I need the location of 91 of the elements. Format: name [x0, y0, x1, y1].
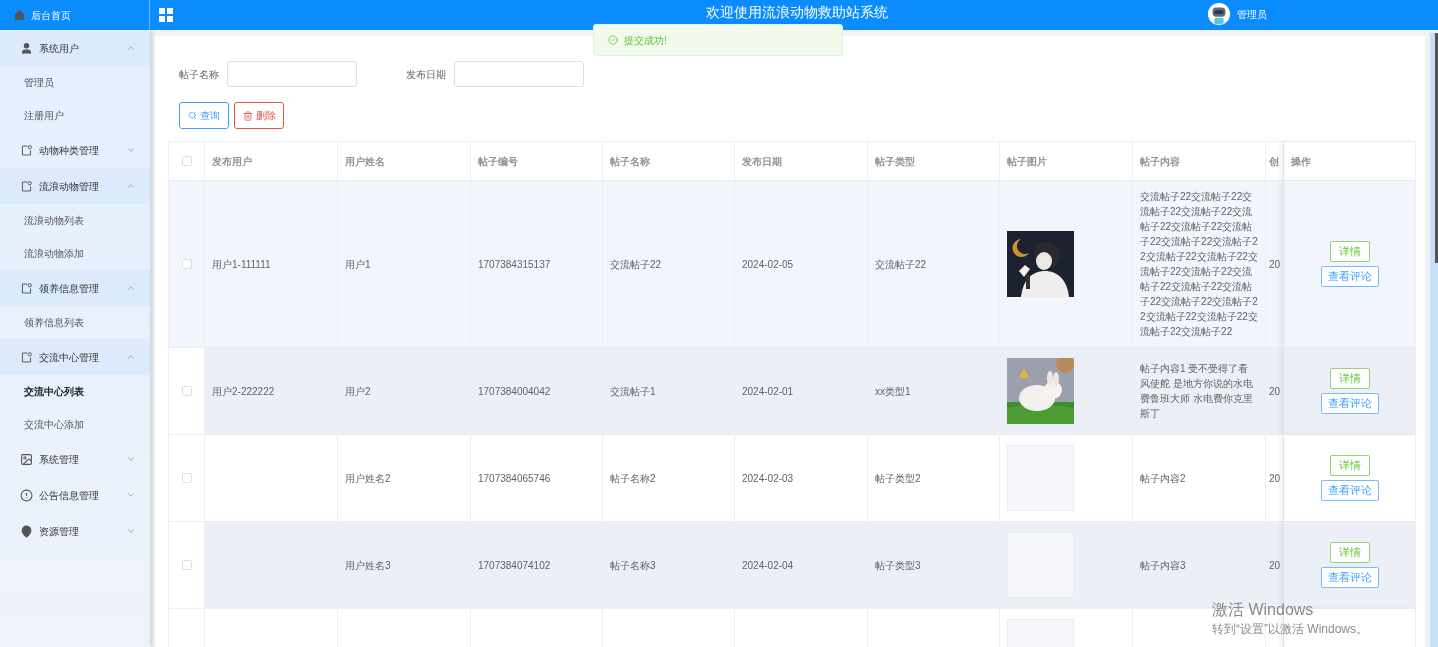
menu-group[interactable]: 交流中心管理 [0, 339, 150, 375]
filter-input[interactable] [454, 61, 584, 87]
table-cell-text: 用户2-222222 [212, 384, 275, 399]
menu-item[interactable]: 交流中心列表 [0, 375, 150, 408]
table-cell-text: 2024-02-04 [742, 558, 794, 573]
home-icon [14, 9, 25, 21]
chevron-down-icon [126, 454, 136, 464]
filter-input[interactable] [227, 61, 357, 87]
column-header: 帖子图片 [1007, 154, 1047, 169]
row-checkbox[interactable] [181, 386, 192, 396]
chevron-up-icon [126, 283, 136, 293]
chevron-up-icon [126, 352, 136, 362]
row-checkbox[interactable] [181, 560, 192, 570]
document-icon [20, 281, 33, 295]
post-content: 帖子内容2 [1140, 471, 1186, 486]
column-header: 发布用户 [212, 154, 252, 169]
activation-notice-text: 转到“设置”以激活 Windows。 [1212, 621, 1368, 638]
column-header: 操作 [1291, 154, 1311, 169]
table-cell-text: 20 [1269, 257, 1281, 272]
menu-group[interactable]: 流浪动物管理 [0, 168, 150, 204]
column-header: 帖子名称 [610, 154, 650, 169]
robot-avatar[interactable] [1207, 1, 1231, 27]
column-header: 用户姓名 [345, 154, 385, 169]
table-cell-text: 帖子名称3 [610, 558, 656, 573]
menu-group[interactable]: 领养信息管理 [0, 270, 150, 306]
table-cell-text: 交流帖子22 [610, 257, 662, 272]
table-cell-text: 1707384004042 [478, 384, 551, 399]
menu-item[interactable]: 注册用户 [0, 99, 150, 132]
filter-label: 发布日期 [406, 67, 446, 82]
chevron-down-icon [126, 526, 136, 536]
select-all-checkbox[interactable] [181, 156, 192, 166]
menu-group[interactable]: 系统用户 [0, 30, 150, 66]
document-icon [20, 350, 33, 364]
success-toast: 提交成功! [593, 24, 843, 56]
user-icon [20, 41, 33, 55]
search-icon [188, 111, 197, 120]
table-cell-text: 帖子类型2 [875, 471, 921, 486]
trash-icon [242, 110, 253, 121]
column-header: 帖子编号 [478, 154, 518, 169]
chevron-down-icon [126, 490, 136, 500]
table-cell-text: 2024-02-01 [742, 384, 794, 399]
image-icon [20, 452, 33, 466]
menu-group[interactable]: 公告信息管理 [0, 477, 150, 513]
filter-label: 帖子名称 [179, 67, 219, 82]
table-cell-text: 1707384315137 [478, 257, 551, 272]
column-header: 创 [1269, 154, 1279, 169]
post-content: 帖子内容3 [1140, 558, 1186, 573]
row-checkbox[interactable] [181, 473, 192, 483]
table-cell-text: 用户姓名3 [345, 558, 391, 573]
table-cell-text: 交流帖子22 [875, 257, 927, 272]
row-checkbox[interactable] [181, 259, 192, 269]
table-cell-text: 用户2 [345, 384, 371, 399]
table-cell-text: 交流帖子1 [610, 384, 656, 399]
check-circle-icon [608, 35, 618, 45]
table-cell-text: 帖子类型3 [875, 558, 921, 573]
document-icon [20, 143, 33, 157]
table-cell-text: 帖子名称2 [610, 471, 656, 486]
table-cell-text: 1707384065746 [478, 471, 551, 486]
table-cell-text: xx类型1 [875, 384, 911, 399]
column-header: 发布日期 [742, 154, 782, 169]
menu-group[interactable]: 系统管理 [0, 441, 150, 477]
page-title: 欢迎使用流浪动物救助站系统 [706, 3, 888, 21]
menu-item[interactable]: 流浪动物添加 [0, 237, 150, 270]
table-cell-text: 20 [1269, 384, 1281, 399]
chevron-up-icon [126, 43, 136, 53]
chevron-up-icon [126, 181, 136, 191]
column-header: 帖子类型 [875, 154, 915, 169]
pin-icon [20, 524, 33, 538]
column-header: 帖子内容 [1140, 154, 1180, 169]
table-cell-text: 用户1 [345, 257, 371, 272]
table-cell-text: 用户姓名2 [345, 471, 391, 486]
document-icon [20, 179, 33, 193]
table-cell-text: 20 [1269, 471, 1281, 486]
chevron-down-icon [126, 145, 136, 155]
table-cell-text: 2024-02-03 [742, 471, 794, 486]
menu-item[interactable]: 交流中心添加 [0, 408, 150, 441]
info-icon [20, 488, 33, 502]
grid-menu-icon[interactable] [159, 8, 173, 22]
menu-item[interactable]: 流浪动物列表 [0, 204, 150, 237]
menu-item[interactable]: 领养信息列表 [0, 306, 150, 339]
post-content: 帖子内容1 受不受得了看风使舵 是地方你说的水电费鲁班大师 水电费你克里斯丁 [1140, 362, 1254, 421]
table-cell-text: 20 [1269, 558, 1281, 573]
delete-button[interactable]: 删除 [234, 102, 284, 129]
menu-item[interactable]: 管理员 [0, 66, 150, 99]
menu-group[interactable]: 动物种类管理 [0, 132, 150, 168]
table-cell-text: 2024-02-05 [742, 257, 794, 272]
activation-notice-title: 激活 Windows [1212, 600, 1315, 620]
menu-group[interactable]: 资源管理 [0, 513, 150, 549]
table-cell-text: 用户1-111111 [212, 257, 271, 272]
post-content: 交流帖子22交流帖子22交流帖子22交流帖子22交流帖子22交流帖子22交流帖子22交流帖子22交流帖子22交流帖子22交流帖子22交流帖子22交流帖子22交流帖子22交流帖子22交流帖子22交流帖子22交流帖子22交流帖子22交流帖子22交流帖子22交流帖子22 [1140, 190, 1258, 339]
table-cell-text: 1707384074102 [478, 558, 551, 573]
